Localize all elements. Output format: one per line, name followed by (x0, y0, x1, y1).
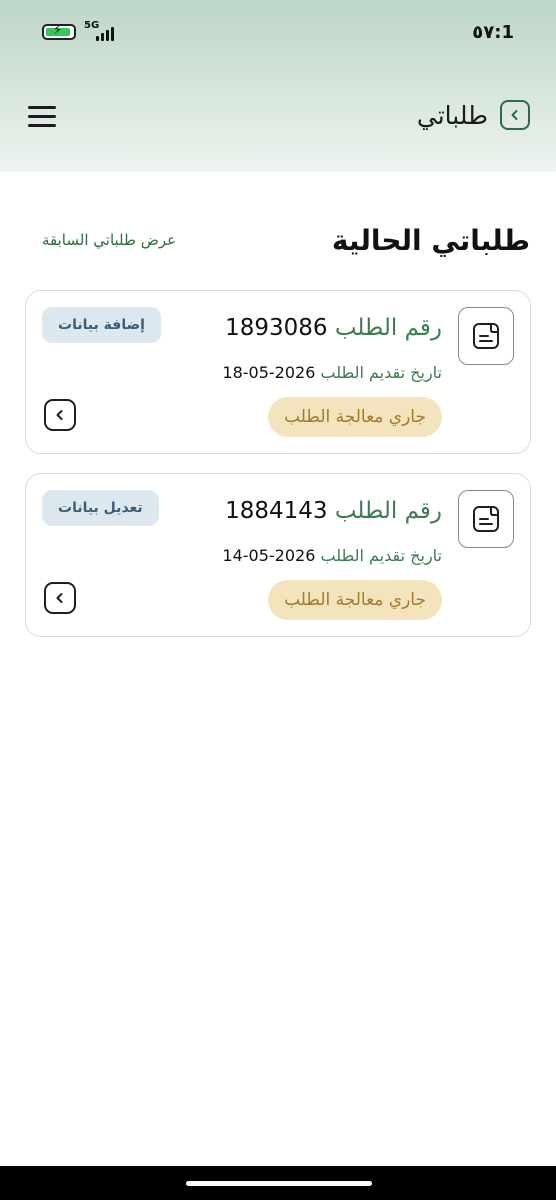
request-number-label: رقم الطلب (334, 498, 442, 524)
request-card[interactable]: رقم الطلب 1884143 تاريخ تقديم الطلب 2026… (25, 473, 531, 637)
document-icon (458, 490, 514, 548)
status-badge: جاري معالجة الطلب (268, 397, 442, 437)
submission-date-line: تاريخ تقديم الطلب 2026-05-18 (222, 363, 442, 382)
request-number-line: رقم الطلب 1893086 (225, 315, 442, 341)
submission-date-label: تاريخ تقديم الطلب (320, 546, 442, 565)
request-card[interactable]: رقم الطلب 1893086 تاريخ تقديم الطلب 2026… (25, 290, 531, 454)
submission-date: 2026-05-14 (222, 546, 316, 565)
battery-icon: ⚡ (42, 23, 76, 40)
header-title-group: طلباتي (417, 100, 530, 130)
hamburger-icon (28, 106, 56, 109)
submission-date: 2026-05-18 (222, 363, 316, 382)
document-icon (458, 307, 514, 365)
status-indicators: ⚡ 5G (42, 20, 120, 42)
submission-date-line: تاريخ تقديم الطلب 2026-05-14 (222, 546, 442, 565)
request-number: 1884143 (225, 498, 328, 524)
chevron-left-icon (56, 593, 63, 603)
back-button[interactable] (500, 100, 530, 130)
request-number-line: رقم الطلب 1884143 (225, 498, 442, 524)
request-number-label: رقم الطلب (334, 315, 442, 341)
add-data-button[interactable]: إضافة بيانات (42, 307, 161, 343)
menu-button[interactable] (28, 106, 56, 128)
open-request-button[interactable] (44, 582, 76, 614)
request-number: 1893086 (225, 315, 328, 341)
header-background: ⚡ 5G 1:٥٧ طلباتي (0, 0, 556, 172)
chevron-left-icon (511, 110, 518, 120)
cellular-signal-icon: 5G (82, 20, 120, 42)
submission-date-label: تاريخ تقديم الطلب (320, 363, 442, 382)
section-title: طلباتي الحالية (331, 223, 530, 257)
open-request-button[interactable] (44, 399, 76, 431)
system-navigation-bar (0, 1166, 556, 1200)
status-time: 1:٥٧ (472, 22, 514, 43)
chevron-left-icon (56, 410, 63, 420)
page-title: طلباتي (416, 100, 488, 130)
previous-requests-link[interactable]: عرض طلباتي السابقة (42, 231, 176, 249)
home-indicator[interactable] (186, 1181, 372, 1186)
edit-data-button[interactable]: تعديل بيانات (42, 490, 159, 526)
section-header: طلباتي الحالية عرض طلباتي السابقة (26, 218, 530, 262)
status-badge: جاري معالجة الطلب (268, 580, 442, 620)
